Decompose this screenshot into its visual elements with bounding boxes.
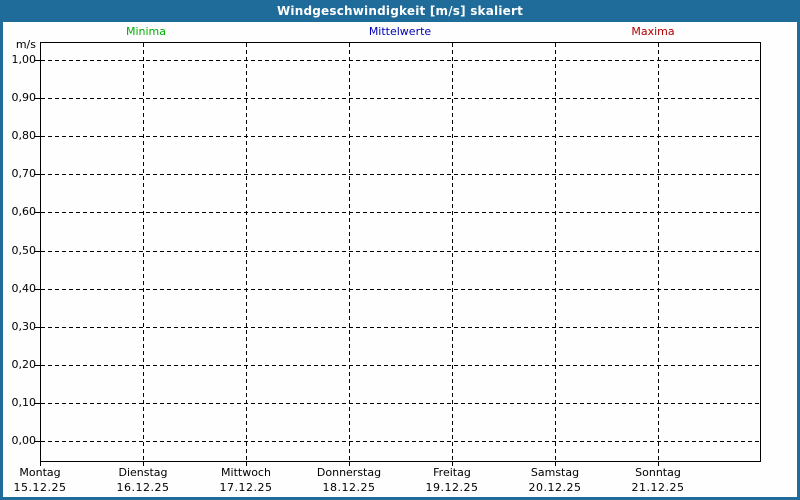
y-gridline <box>41 212 760 214</box>
x-day-label: Dienstag 16.12.25 <box>88 466 198 495</box>
title-bar: Windgeschwindigkeit [m/s] skaliert <box>0 0 800 22</box>
y-gridline <box>41 98 760 100</box>
y-gridline <box>41 174 760 176</box>
day-date: 16.12.25 <box>116 481 170 494</box>
y-gridline <box>41 402 760 404</box>
y-tick-label: 0,50 <box>11 243 37 257</box>
day-name: Dienstag <box>118 466 168 479</box>
x-day-label: Samstag 20.12.25 <box>500 466 610 495</box>
day-date: 21.12.25 <box>631 481 685 494</box>
y-tick-label: 0,20 <box>11 357 37 371</box>
y-gridline <box>41 136 760 138</box>
x-day-label: Freitag 19.12.25 <box>397 466 507 495</box>
plot-area <box>40 42 761 462</box>
y-gridline <box>41 250 760 252</box>
day-date: 15.12.25 <box>13 481 67 494</box>
y-tick-label: 0,90 <box>11 91 37 105</box>
y-tick-label: 0,00 <box>11 434 37 447</box>
y-tick-label: 0,40 <box>11 281 37 295</box>
y-tick-label: 0,80 <box>11 129 37 143</box>
y-axis-unit-label: m/s <box>15 38 36 51</box>
x-gridline <box>143 43 144 461</box>
x-gridline <box>349 43 350 461</box>
day-name: Samstag <box>530 466 580 479</box>
day-name: Sonntag <box>635 466 681 479</box>
y-tick-label: 1,00 <box>11 53 37 66</box>
x-day-label: Sonntag 21.12.25 <box>603 466 713 495</box>
x-day-label: Donnerstag 18.12.25 <box>294 466 404 495</box>
chart-window: Windgeschwindigkeit [m/s] skaliert Minim… <box>0 0 800 500</box>
y-tick-label: 0,60 <box>11 205 37 219</box>
x-day-label: Mittwoch 17.12.25 <box>191 466 301 495</box>
day-date: 17.12.25 <box>219 481 273 494</box>
x-gridline <box>555 43 556 461</box>
day-name: Montag <box>19 466 61 479</box>
legend-maxima: Maxima <box>631 25 675 38</box>
y-gridline <box>41 326 760 328</box>
y-gridline <box>41 441 760 442</box>
legend-mittelwerte: Mittelwerte <box>368 25 432 38</box>
y-tick-label: 0,70 <box>11 167 37 181</box>
y-tick-label: 0,10 <box>11 395 37 409</box>
x-gridline <box>452 43 453 461</box>
x-gridline <box>658 43 659 461</box>
day-name: Freitag <box>433 466 471 479</box>
y-tick-label: 0,30 <box>11 319 37 333</box>
legend-minima: Minima <box>125 25 167 38</box>
y-gridline <box>41 288 760 290</box>
day-name: Donnerstag <box>316 466 382 479</box>
day-date: 19.12.25 <box>425 481 479 494</box>
y-gridline <box>41 364 760 366</box>
chart-title: Windgeschwindigkeit [m/s] skaliert <box>276 4 524 18</box>
day-name: Mittwoch <box>221 466 271 479</box>
x-gridline <box>246 43 247 461</box>
chart-content: Minima Mittelwerte Maxima m/s 1,00 0,90 0,… <box>3 22 797 497</box>
day-date: 20.12.25 <box>528 481 582 494</box>
y-gridline <box>41 60 760 61</box>
day-date: 18.12.25 <box>322 481 376 494</box>
x-day-label: Montag 15.12.25 <box>0 466 95 495</box>
